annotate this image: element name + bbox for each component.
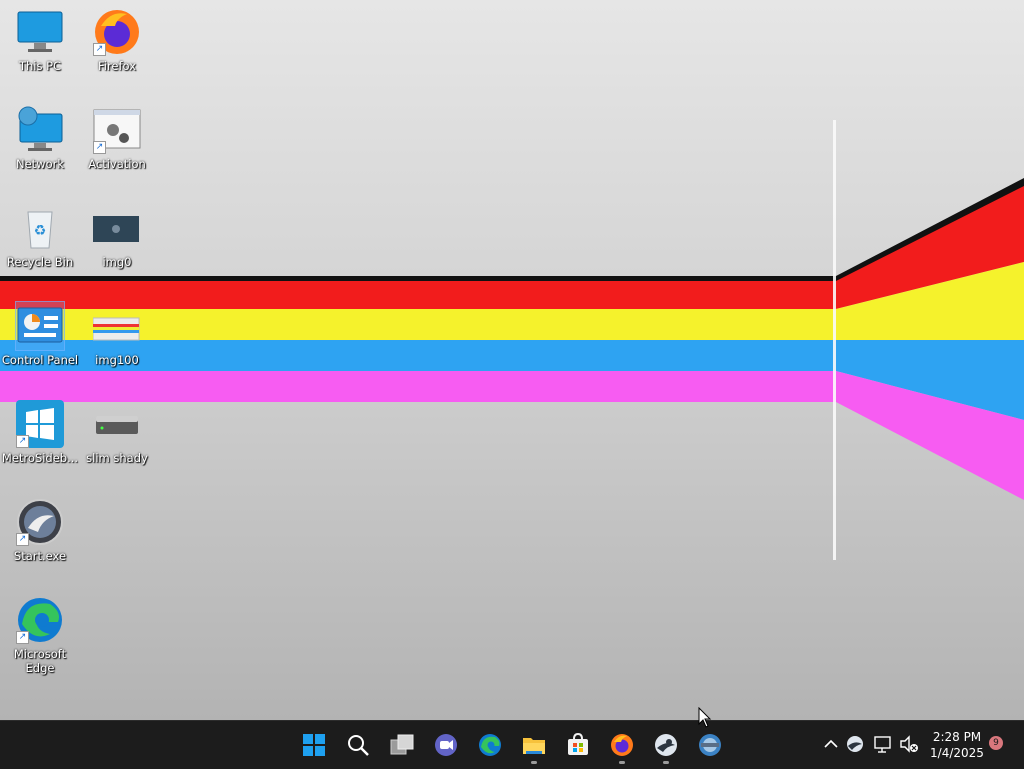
desktop-icon-microsoft-edge[interactable]: ↗ Microsoft Edge bbox=[0, 588, 80, 680]
network-icon[interactable] bbox=[872, 733, 894, 755]
icon-label: MetroSideb... bbox=[1, 451, 79, 465]
desktop-icon-metro-sidebar[interactable]: ↗ MetroSideb... bbox=[0, 392, 80, 484]
start-exe-icon: ↗ bbox=[16, 498, 64, 546]
taskbar-firefox-button[interactable] bbox=[602, 725, 642, 765]
icon-label: img100 bbox=[95, 353, 139, 367]
taskbar-browser-button[interactable] bbox=[690, 725, 730, 765]
edge-icon: ↗ bbox=[16, 596, 64, 644]
start-button[interactable] bbox=[294, 725, 334, 765]
network-icon bbox=[16, 106, 64, 154]
desktop-icon-slim-shady[interactable]: slim shady bbox=[77, 392, 157, 484]
shortcut-arrow-icon: ↗ bbox=[16, 533, 29, 546]
task-view-button[interactable] bbox=[382, 725, 422, 765]
steam-tray-icon[interactable] bbox=[844, 733, 866, 755]
control-panel-icon bbox=[15, 301, 65, 351]
search-icon bbox=[348, 735, 369, 756]
icon-label: This PC bbox=[18, 59, 62, 73]
desktop-icon-start-exe[interactable]: ↗ Start.exe bbox=[0, 490, 80, 582]
icon-label: Control Panel bbox=[1, 353, 79, 367]
teams-button[interactable] bbox=[426, 725, 466, 765]
firefox-icon: ↗ bbox=[93, 8, 141, 56]
task-view-icon bbox=[390, 734, 414, 755]
store-button[interactable] bbox=[558, 725, 598, 765]
desktop-icon-img0[interactable]: img0 bbox=[77, 196, 157, 288]
metro-sidebar-icon: ↗ bbox=[16, 400, 64, 448]
desktop-icon-this-pc[interactable]: This PC bbox=[0, 0, 80, 92]
taskbar: 2:28 PM 1/4/2025 bbox=[0, 720, 1024, 769]
recycle-bin-icon: ♻ bbox=[16, 204, 64, 252]
this-pc-icon bbox=[16, 8, 64, 56]
desktop-icon-firefox[interactable]: ↗ Firefox bbox=[77, 0, 157, 92]
search-button[interactable] bbox=[338, 725, 378, 765]
browser-icon bbox=[699, 734, 721, 756]
mouse-cursor-icon bbox=[698, 707, 712, 728]
file-explorer-button[interactable] bbox=[514, 725, 554, 765]
desktop[interactable]: This PC ↗ Firefox Network ↗ Activation ♻… bbox=[0, 0, 1024, 720]
icon-label: img0 bbox=[102, 255, 132, 269]
taskbar-steam-button[interactable] bbox=[646, 725, 686, 765]
icon-label: Recycle Bin bbox=[6, 255, 74, 269]
notification-badge[interactable]: 9 bbox=[989, 736, 1003, 750]
clock-time: 2:28 PM bbox=[932, 730, 982, 744]
firefox-icon bbox=[611, 734, 633, 756]
taskbar-edge-button[interactable] bbox=[470, 725, 510, 765]
svg-text:♻: ♻ bbox=[34, 223, 47, 239]
file-explorer-icon bbox=[523, 738, 545, 754]
shortcut-arrow-icon: ↗ bbox=[93, 141, 106, 154]
image-icon bbox=[92, 302, 141, 350]
clock[interactable]: 2:28 PM 1/4/2025 bbox=[924, 729, 990, 761]
teams-icon bbox=[435, 734, 457, 756]
desktop-icon-network[interactable]: Network bbox=[0, 98, 80, 190]
icon-label: slim shady bbox=[86, 451, 148, 465]
drive-icon bbox=[93, 400, 141, 448]
edge-icon bbox=[479, 734, 501, 756]
icon-label: Microsoft Edge bbox=[13, 647, 67, 675]
chevron-up-icon[interactable] bbox=[820, 733, 842, 755]
icon-label: Network bbox=[15, 157, 65, 171]
running-indicator bbox=[663, 761, 669, 764]
icon-label: Activation bbox=[88, 157, 146, 171]
icon-label: Firefox bbox=[97, 59, 137, 73]
desktop-icon-activation[interactable]: ↗ Activation bbox=[77, 98, 157, 190]
desktop-icon-recycle-bin[interactable]: ♻ Recycle Bin bbox=[0, 196, 80, 288]
running-indicator bbox=[619, 761, 625, 764]
running-indicator bbox=[531, 761, 537, 764]
desktop-icon-img100[interactable]: img100 bbox=[77, 294, 157, 386]
shortcut-arrow-icon: ↗ bbox=[93, 43, 106, 56]
icon-label: Start.exe bbox=[13, 549, 67, 563]
start-icon bbox=[303, 734, 325, 756]
shortcut-arrow-icon: ↗ bbox=[16, 435, 29, 448]
steam-icon bbox=[655, 734, 677, 756]
image-icon bbox=[93, 204, 141, 252]
clock-date: 1/4/2025 bbox=[930, 746, 984, 760]
shortcut-arrow-icon: ↗ bbox=[16, 631, 29, 644]
volume-muted-icon[interactable] bbox=[898, 733, 920, 755]
store-icon bbox=[568, 733, 588, 755]
desktop-icon-control-panel[interactable]: Control Panel bbox=[0, 294, 80, 386]
activation-icon: ↗ bbox=[93, 106, 141, 154]
